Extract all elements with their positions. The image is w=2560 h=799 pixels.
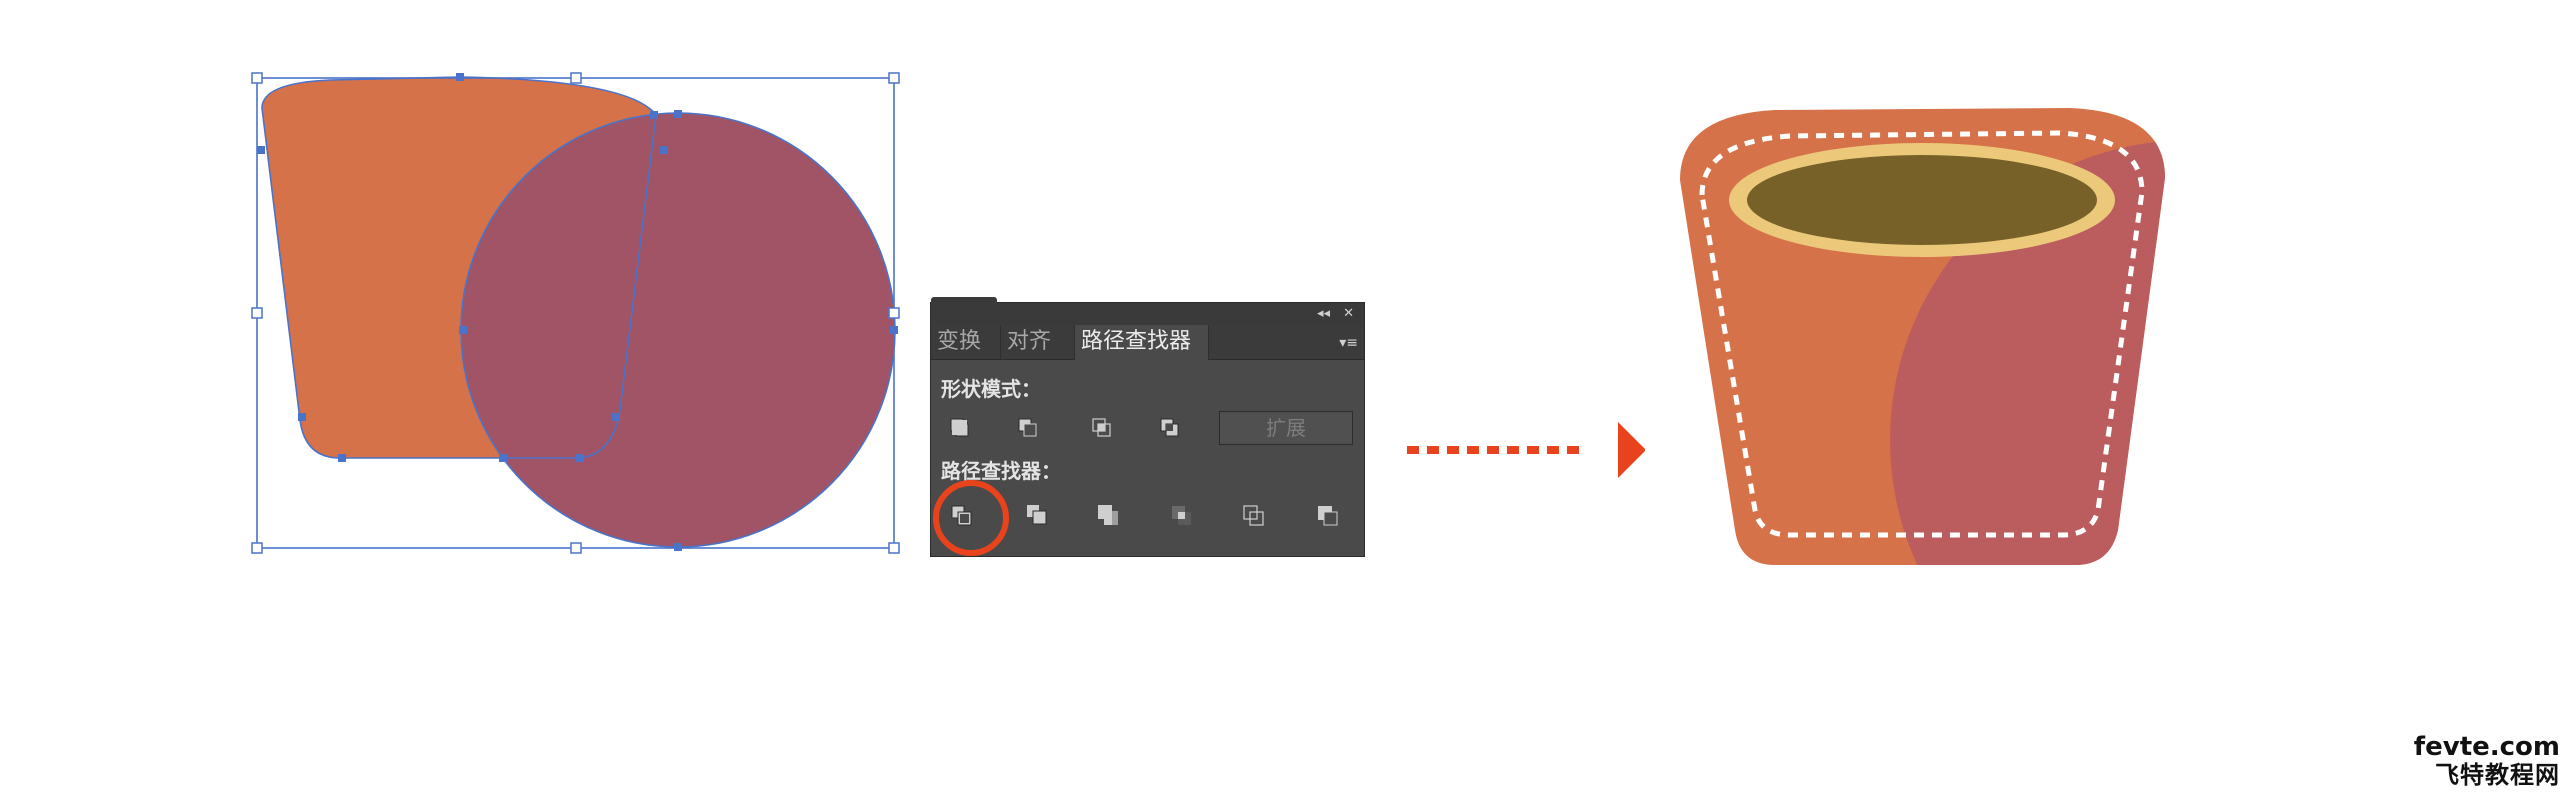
outline-icon [1243, 505, 1264, 526]
tab-transform[interactable]: 变换 [931, 325, 1001, 359]
highlight-circle [933, 480, 1009, 556]
exclude-icon [1160, 418, 1179, 437]
tab-pathfinder[interactable]: 路径查找器 [1075, 325, 1209, 360]
purple-circle-shape[interactable] [461, 113, 895, 547]
unite-icon [950, 418, 969, 437]
watermark-site: fevte.com [2413, 732, 2560, 762]
trim-button[interactable] [1019, 499, 1053, 533]
close-panel-icon[interactable]: ✕ [1343, 306, 1354, 322]
minus-front-button[interactable] [1011, 411, 1045, 445]
minus-back-button[interactable] [1311, 499, 1345, 533]
expand-button[interactable]: 扩展 [1219, 411, 1353, 445]
shape-modes-label: 形状模式： [941, 377, 1041, 401]
minus-front-icon [1018, 418, 1037, 437]
tab-align[interactable]: 对齐 [1001, 325, 1075, 359]
dotted-arrow-icon [1407, 422, 1645, 478]
exclude-button[interactable] [1153, 411, 1187, 445]
panel-title-strip[interactable] [931, 303, 1364, 325]
crop-icon [1172, 506, 1191, 525]
minus-back-icon [1318, 506, 1338, 526]
watermark-name: 飞特教程网 [2435, 761, 2560, 789]
outline-button[interactable] [1237, 499, 1271, 533]
intersect-icon [1092, 418, 1111, 437]
panel-menu-icon[interactable]: ▾≡ [1339, 335, 1358, 351]
cup-inside [1747, 155, 2097, 245]
unite-button[interactable] [943, 411, 977, 445]
cup-illustration [1680, 108, 2165, 565]
merge-icon [1098, 505, 1118, 525]
trim-icon [1027, 505, 1047, 525]
panel-tab-bar: 变换 对齐 路径查找器 ▾≡ [931, 325, 1364, 360]
crop-button[interactable] [1165, 499, 1199, 533]
collapse-panel-icon[interactable]: ◂◂ [1317, 306, 1330, 322]
intersect-button[interactable] [1085, 411, 1119, 445]
merge-button[interactable] [1091, 499, 1125, 533]
watermark: fevte.com 飞特教程网 [2390, 733, 2560, 789]
selected-shapes-artwork[interactable] [250, 70, 910, 560]
